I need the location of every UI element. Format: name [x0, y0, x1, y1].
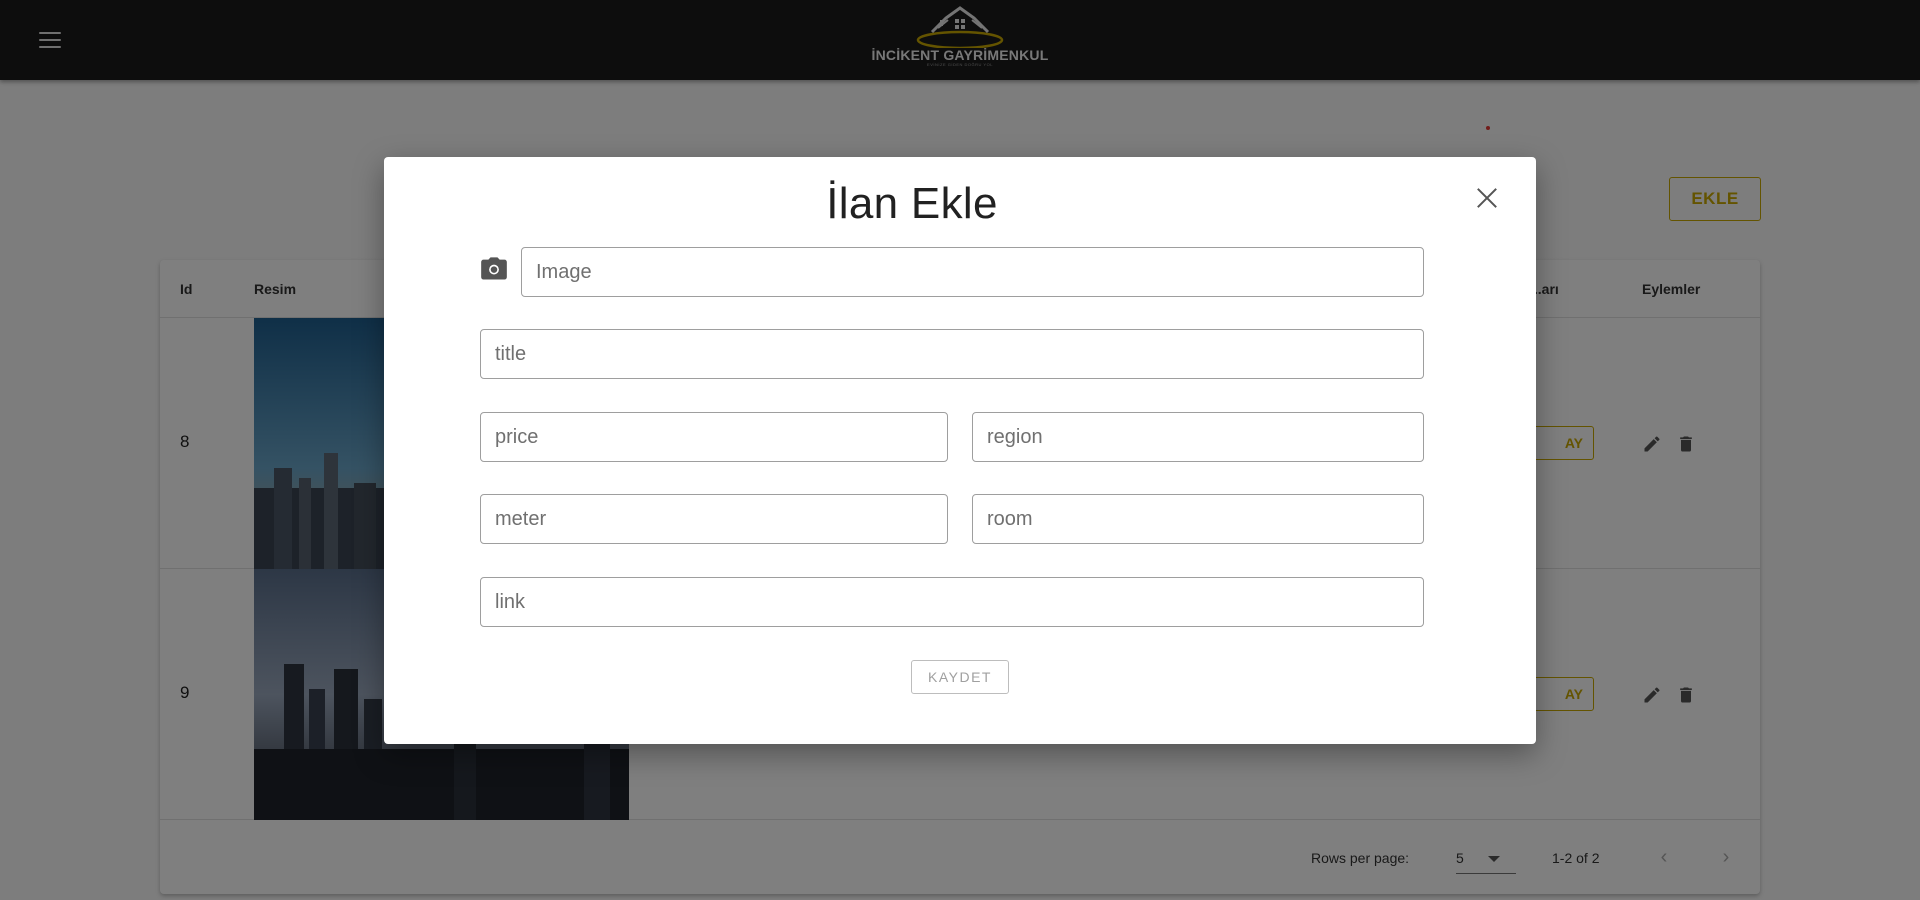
region-input[interactable]: [973, 413, 1423, 461]
image-input[interactable]: [522, 248, 1423, 296]
room-input[interactable]: [973, 495, 1423, 543]
price-field[interactable]: [480, 412, 948, 462]
image-field[interactable]: [521, 247, 1424, 297]
camera-icon[interactable]: [480, 257, 508, 281]
title-input[interactable]: [481, 330, 1423, 378]
room-field[interactable]: [972, 494, 1424, 544]
meter-input[interactable]: [481, 495, 947, 543]
link-input[interactable]: [481, 578, 1423, 626]
close-icon[interactable]: [1472, 183, 1502, 213]
price-input[interactable]: [481, 413, 947, 461]
title-field[interactable]: [480, 329, 1424, 379]
link-field[interactable]: [480, 577, 1424, 627]
meter-field[interactable]: [480, 494, 948, 544]
dialog-title: İlan Ekle: [826, 179, 998, 228]
save-button[interactable]: KAYDET: [911, 660, 1009, 694]
region-field[interactable]: [972, 412, 1424, 462]
add-listing-dialog: İlan Ekle KAYDET: [384, 157, 1536, 744]
